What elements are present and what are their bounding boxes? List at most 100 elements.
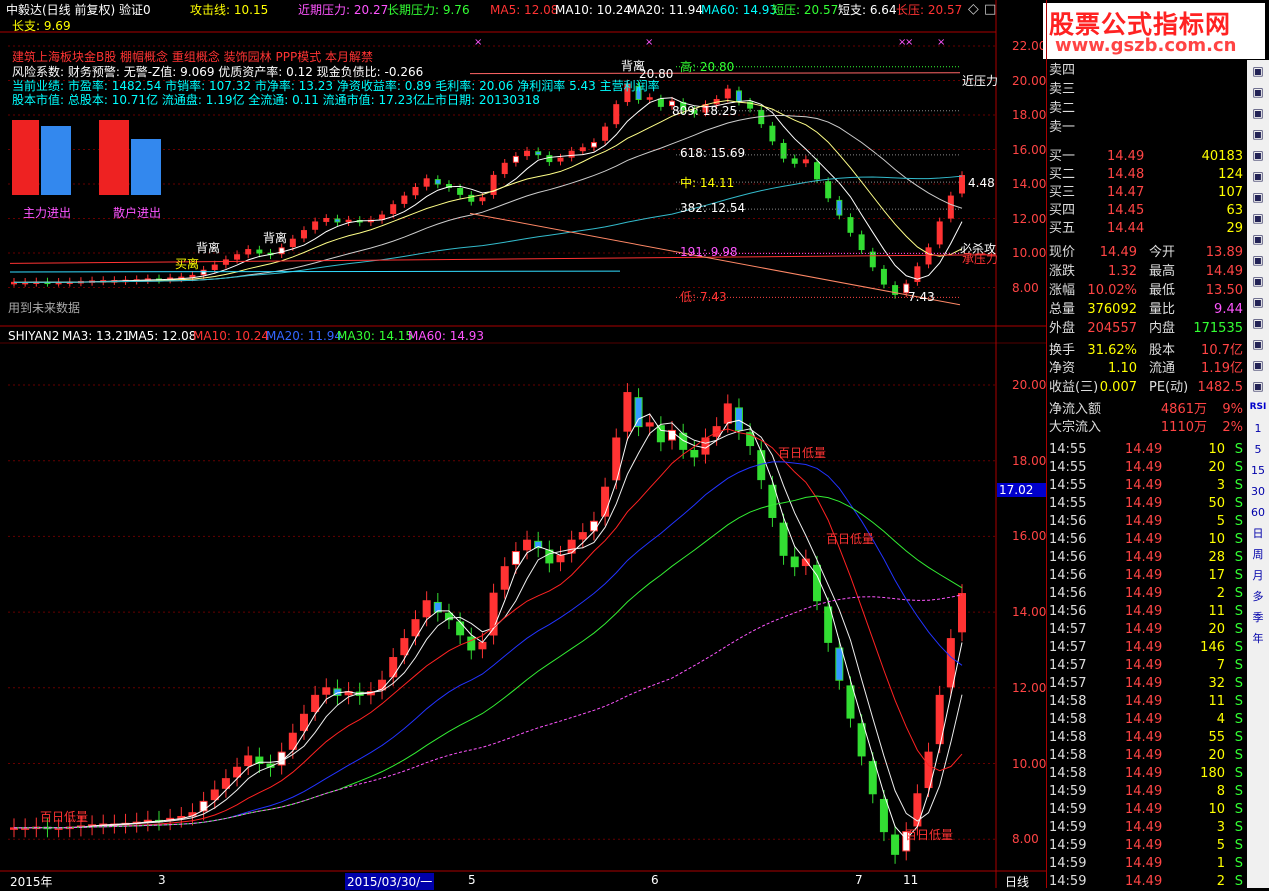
flow-pct: 2% bbox=[1222, 420, 1243, 435]
flow-label: 净流入额 bbox=[1049, 402, 1102, 417]
wave-icon[interactable]: ▣ bbox=[1248, 377, 1268, 396]
tick-time: 14:56 bbox=[1049, 568, 1087, 583]
period-button[interactable]: 30 bbox=[1248, 482, 1268, 501]
period-button[interactable]: 60 bbox=[1248, 503, 1268, 522]
date-label-4: 6 bbox=[651, 873, 659, 887]
stat-row: 总量 376092 量比 9.44 bbox=[1047, 301, 1247, 319]
line-icon[interactable]: ▣ bbox=[1248, 209, 1268, 228]
tick-volume: 146 bbox=[1200, 640, 1225, 655]
diamond-icon[interactable]: ◇ bbox=[968, 1, 979, 18]
tick-time: 14:59 bbox=[1049, 802, 1087, 817]
stat-label-2: 流通 bbox=[1149, 361, 1176, 376]
stat-row: 外盘 204557 内盘 171535 bbox=[1047, 320, 1247, 338]
tick-side: S bbox=[1234, 568, 1243, 583]
stat-value-2: 1482.5 bbox=[1197, 380, 1244, 395]
lower-axis-tick: 12.00 bbox=[1012, 680, 1047, 695]
tick-volume: 20 bbox=[1208, 622, 1225, 637]
list-icon[interactable]: ▣ bbox=[1248, 125, 1268, 144]
tick-price: 14.49 bbox=[1125, 460, 1163, 475]
tick-volume: 10 bbox=[1208, 532, 1225, 547]
lower-candle-body bbox=[623, 392, 632, 432]
tick-volume: 8 bbox=[1216, 784, 1225, 799]
lower-candle-body bbox=[857, 723, 866, 757]
cross-marker: × bbox=[474, 37, 482, 48]
rsi-icon[interactable]: RSI bbox=[1248, 398, 1268, 417]
period-button[interactable]: 多 bbox=[1248, 587, 1268, 606]
tick-price: 14.49 bbox=[1125, 550, 1163, 565]
ring-icon[interactable]: ▣ bbox=[1248, 314, 1268, 333]
tile-icon[interactable]: ▣ bbox=[1248, 167, 1268, 186]
buy-label: 买一 bbox=[1049, 149, 1076, 164]
tick-volume: 11 bbox=[1208, 604, 1225, 619]
upper-candle-body bbox=[379, 214, 386, 220]
lower-candle-body bbox=[578, 532, 587, 540]
period-button[interactable]: 1 bbox=[1248, 419, 1268, 438]
upper-candle-body bbox=[947, 195, 954, 219]
stat-value: 31.62% bbox=[1087, 343, 1137, 358]
upper-candle-body bbox=[234, 254, 241, 260]
trend-icon[interactable]: ▣ bbox=[1248, 335, 1268, 354]
upper-candle-body bbox=[590, 142, 597, 148]
period-button[interactable]: 15 bbox=[1248, 461, 1268, 480]
sell-label: 卖三 bbox=[1049, 82, 1076, 97]
table-icon[interactable]: ▣ bbox=[1248, 83, 1268, 102]
period-button[interactable]: 季 bbox=[1248, 608, 1268, 627]
buy-label: 买三 bbox=[1049, 185, 1076, 200]
upper-candle-body bbox=[568, 150, 575, 158]
stock-icon[interactable]: ▣ bbox=[1248, 251, 1268, 270]
tick-volume: 17 bbox=[1208, 568, 1225, 583]
tick-volume: 10 bbox=[1208, 802, 1225, 817]
bar-icon[interactable]: ▣ bbox=[1248, 188, 1268, 207]
tick-time: 14:56 bbox=[1049, 550, 1087, 565]
tick-price: 14.49 bbox=[1125, 874, 1163, 889]
tick-time: 14:58 bbox=[1049, 748, 1087, 763]
tick-volume: 11 bbox=[1208, 694, 1225, 709]
tick-side: S bbox=[1234, 784, 1243, 799]
main-outflow-bar bbox=[41, 126, 71, 195]
stat-value: 10.02% bbox=[1087, 283, 1137, 298]
lower-candle-body bbox=[456, 621, 465, 636]
tick-time: 14:59 bbox=[1049, 784, 1087, 799]
upper-candle-body bbox=[613, 104, 620, 125]
upper-candle-body bbox=[858, 234, 865, 251]
period-button[interactable]: 5 bbox=[1248, 440, 1268, 459]
upper-candle-body bbox=[512, 155, 519, 163]
period-button[interactable]: 周 bbox=[1248, 545, 1268, 564]
capital-line: 股本市值: 总股本: 10.71亿 流通盘: 1.19亿 全流通: 0.11 流… bbox=[12, 93, 425, 107]
book-icon[interactable]: ▣ bbox=[1248, 293, 1268, 312]
sell-label: 卖二 bbox=[1049, 101, 1076, 116]
chart-canvas: × × ×× × bbox=[0, 0, 1046, 888]
long-press-label: 长压: 20.57 bbox=[896, 3, 963, 17]
chart-icon[interactable]: ▣ bbox=[1248, 62, 1268, 81]
period-button[interactable]: 日 bbox=[1248, 524, 1268, 543]
buy-volume: 124 bbox=[1218, 167, 1243, 182]
tick-row: 14:55 14.49 50 S bbox=[1047, 495, 1247, 513]
buy-row: 买四 14.45 63 bbox=[1047, 202, 1247, 220]
tick-side: S bbox=[1234, 514, 1243, 529]
tick-row: 14:55 14.49 10 S bbox=[1047, 441, 1247, 459]
window-icon[interactable]: ▣ bbox=[1248, 146, 1268, 165]
kline-icon[interactable]: ▣ bbox=[1248, 230, 1268, 249]
expand-icon[interactable]: □ bbox=[984, 1, 996, 18]
stat-value: 376092 bbox=[1087, 302, 1137, 317]
date-cursor-label: 2015/03/30/一 bbox=[345, 873, 435, 890]
upper-candle-body bbox=[434, 179, 441, 185]
rank-icon[interactable]: ▣ bbox=[1248, 272, 1268, 291]
buy-volume: 29 bbox=[1226, 221, 1243, 236]
upper-axis-tick: 12.00 bbox=[1012, 211, 1047, 226]
tick-volume: 5 bbox=[1216, 838, 1225, 853]
tick-time: 14:57 bbox=[1049, 676, 1087, 691]
upper-candle-body bbox=[836, 199, 843, 216]
period-button[interactable]: 年 bbox=[1248, 629, 1268, 648]
lower-ma20-line bbox=[14, 461, 963, 829]
tick-time: 14:58 bbox=[1049, 694, 1087, 709]
lower-candle-body bbox=[244, 755, 253, 767]
lower-ma10-label: MA10: 10.24 bbox=[193, 329, 270, 343]
period-label[interactable]: 日线 bbox=[1005, 873, 1029, 890]
tick-time: 14:55 bbox=[1049, 478, 1087, 493]
period-button[interactable]: 月 bbox=[1248, 566, 1268, 585]
last-price-tag: 4.48 bbox=[968, 176, 995, 190]
grid-icon[interactable]: ▣ bbox=[1248, 104, 1268, 123]
date-label-5: 7 bbox=[855, 873, 863, 887]
sum-icon[interactable]: ▣ bbox=[1248, 356, 1268, 375]
